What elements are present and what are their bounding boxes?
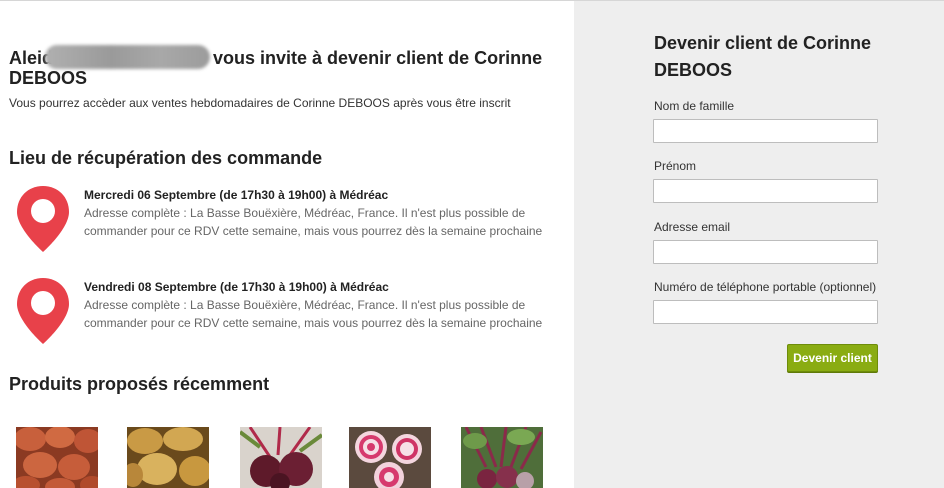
- phone-label: Numéro de téléphone portable (optionnel): [654, 280, 877, 294]
- lastname-label: Nom de famille: [654, 99, 735, 113]
- product-image-red-potatoes[interactable]: [16, 427, 98, 488]
- product-image-yellow-potatoes[interactable]: [127, 427, 209, 488]
- product-image-beetroots[interactable]: [240, 427, 322, 488]
- invite-subtitle: Vous pourrez accèder aux ventes hebdomad…: [9, 96, 511, 110]
- pickup-section-title: Lieu de récupération des commande: [9, 148, 323, 168]
- map-pin-icon: [17, 186, 69, 252]
- become-client-button[interactable]: Devenir client: [787, 344, 878, 372]
- email-input[interactable]: [653, 240, 878, 264]
- pickup-item-description: Adresse complète : La Basse Bouëxière, M…: [84, 206, 543, 238]
- firstname-input[interactable]: [653, 179, 878, 203]
- product-image-bunched-beets[interactable]: [461, 427, 543, 488]
- products-section-title: Produits proposés récemment: [9, 374, 270, 394]
- product-image-chioggia-beets[interactable]: [349, 427, 431, 488]
- firstname-label: Prénom: [654, 159, 697, 173]
- pickup-item-title: Vendredi 08 Septembre (de 17h30 à 19h00)…: [84, 280, 389, 294]
- lastname-input[interactable]: [653, 119, 878, 143]
- map-pin-icon: [17, 278, 69, 344]
- pickup-item-description: Adresse complète : La Basse Bouëxière, M…: [84, 298, 543, 330]
- email-label: Adresse email: [654, 220, 731, 234]
- pickup-item-title: Mercredi 06 Septembre (de 17h30 à 19h00)…: [84, 188, 389, 202]
- redacted-name-blur: [45, 45, 210, 69]
- phone-input[interactable]: [653, 300, 878, 324]
- signup-form-title: Devenir client de Corinne DEBOOS: [654, 33, 872, 80]
